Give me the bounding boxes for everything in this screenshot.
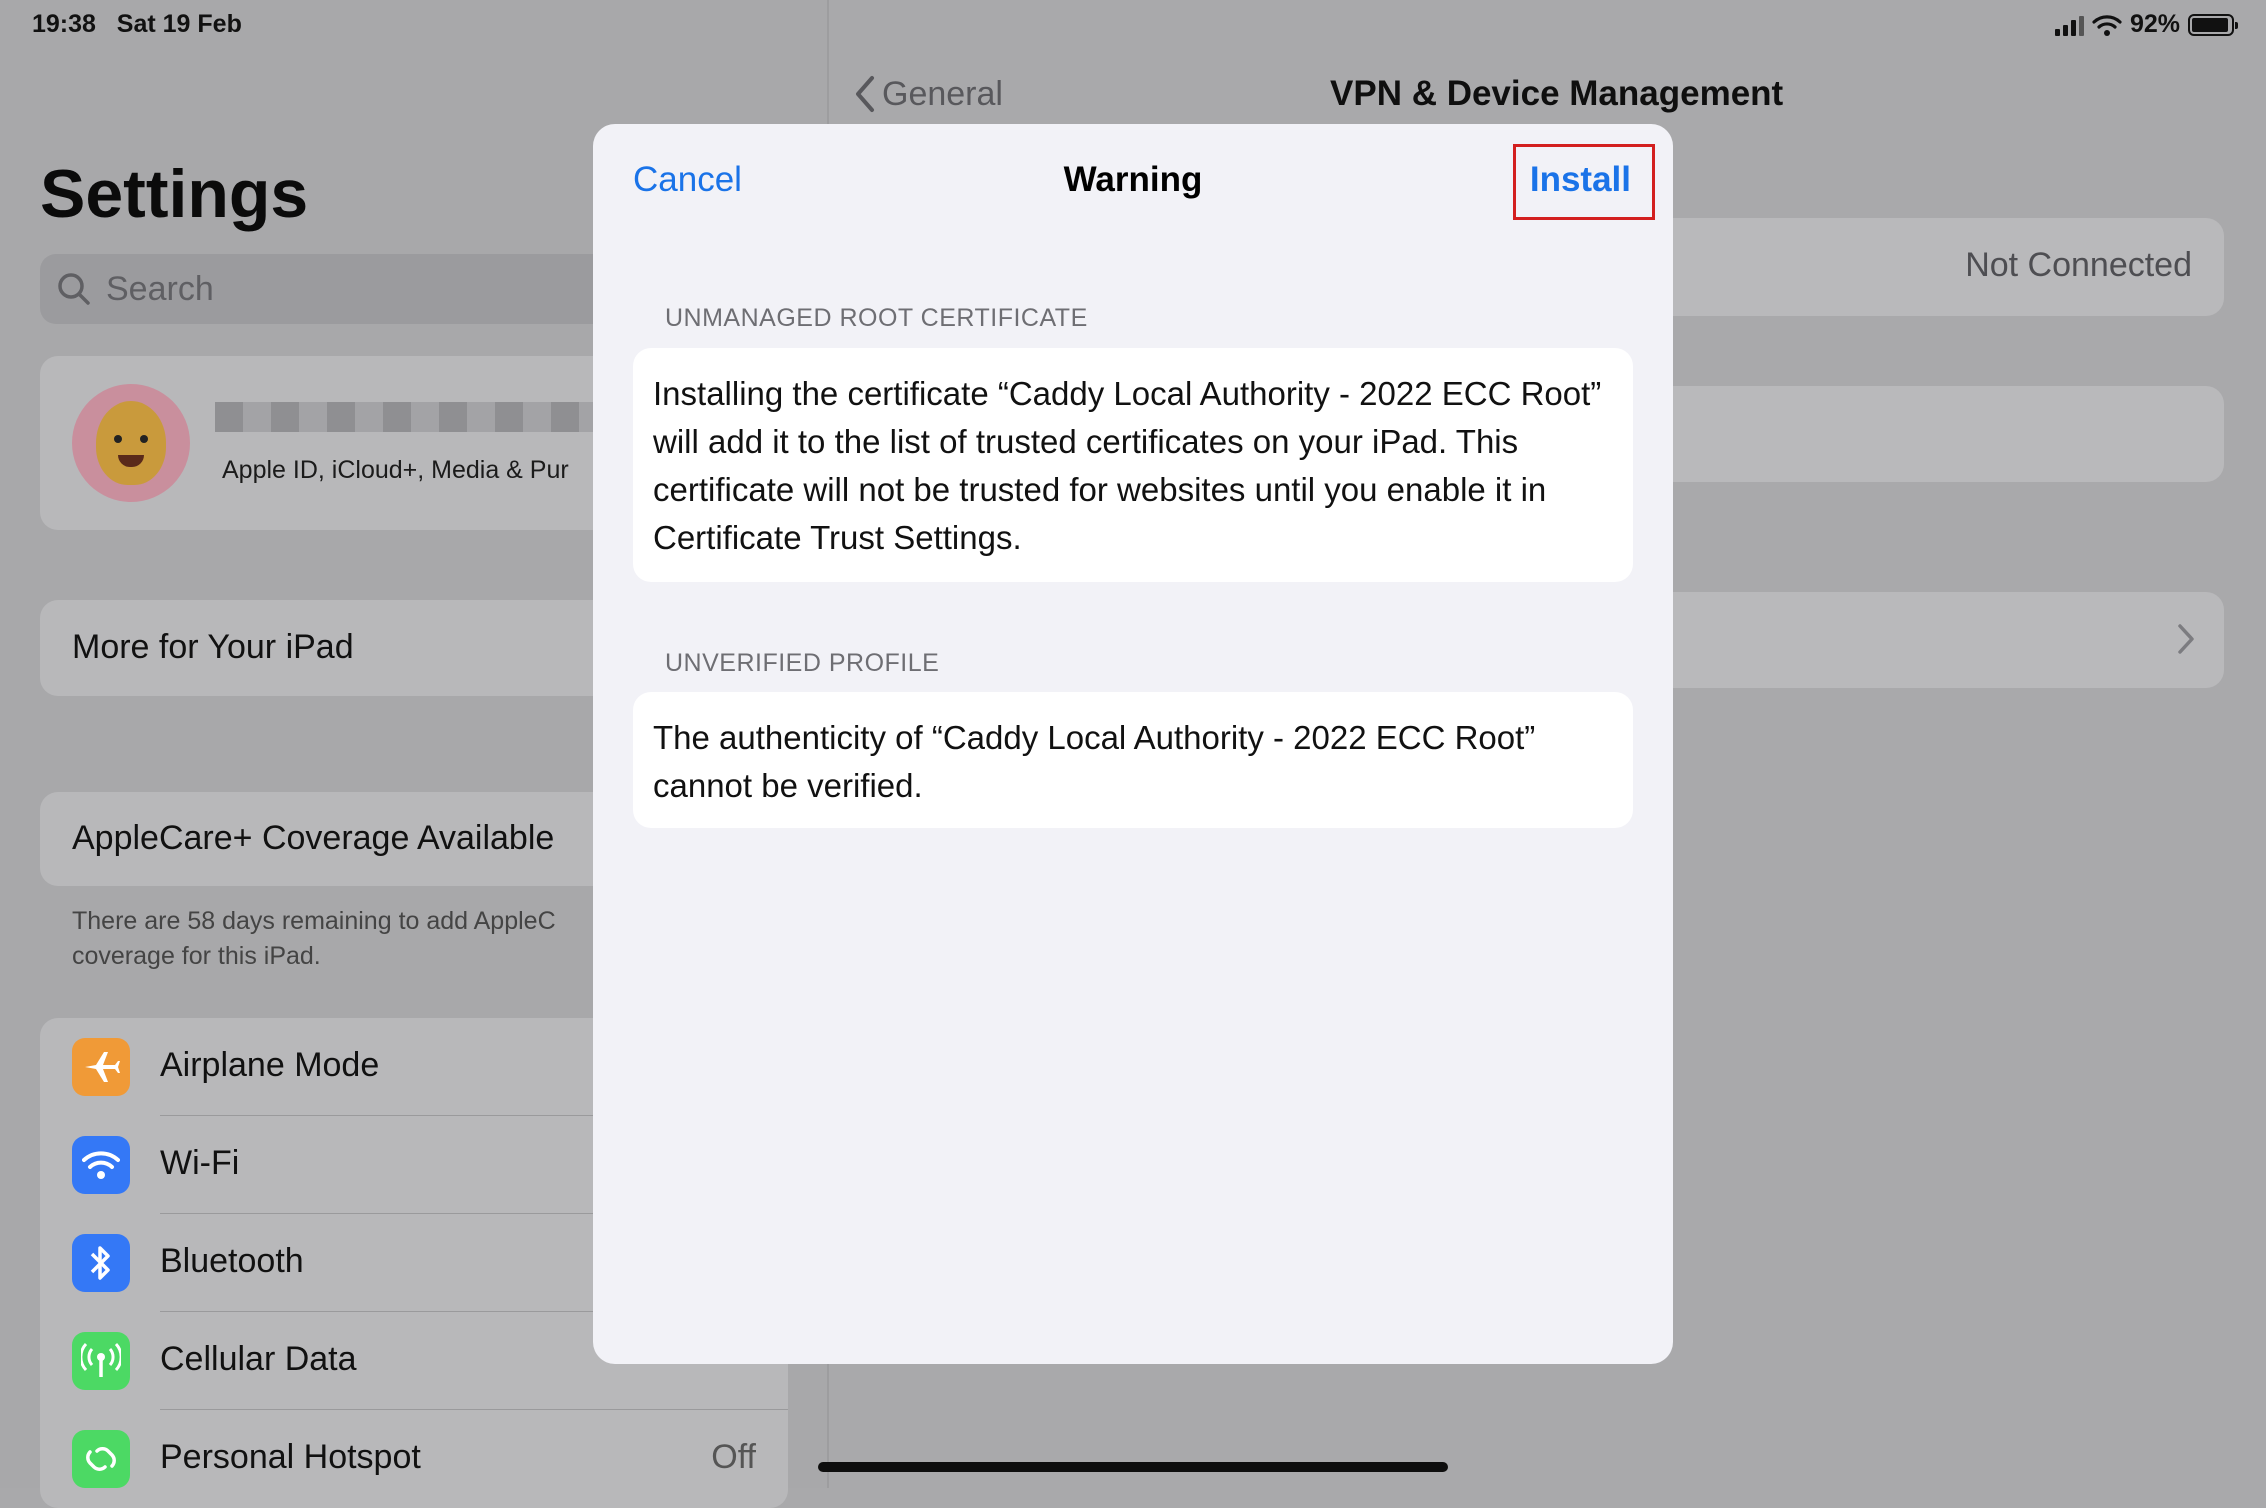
sheet-title: Warning [1063,160,1203,199]
page-title: Settings [40,156,309,232]
sidebar-item-label: Airplane Mode [160,1046,380,1084]
status-date-text: Sat 19 Feb [116,10,242,38]
search-icon [58,273,90,305]
applecare-note: There are 58 days remaining to add Apple… [72,907,556,970]
sidebar-item-value: Off [711,1438,756,1476]
status-indicators: 92% [2054,10,2238,39]
airplane-icon [72,1038,130,1096]
section-header-root-certificate: UNMANAGED ROOT CERTIFICATE [665,304,1088,332]
back-button[interactable]: General [852,74,1003,114]
search-placeholder: Search [106,269,214,308]
battery-icon [2188,13,2238,36]
install-highlight-box [1513,144,1655,220]
vpn-status: Not Connected [1965,246,2192,284]
profile-subtitle: Apple ID, iCloud+, Media & Pur [222,456,569,484]
root-certificate-message: Installing the certificate “Caddy Local … [633,348,1633,582]
battery-percent: 92% [2129,10,2180,38]
memoji-icon [96,401,166,485]
wifi-icon [72,1136,130,1194]
bluetooth-icon [72,1234,130,1292]
warning-sheet: Cancel Warning Install UNMANAGED ROOT CE… [593,124,1673,1364]
more-for-ipad-label: More for Your iPad [72,628,354,666]
avatar [72,384,190,502]
home-indicator[interactable] [818,1462,1448,1472]
sidebar-item-personal-hotspot[interactable]: Personal Hotspot Off [40,1410,788,1508]
detail-title: VPN & Device Management [1330,74,1784,113]
applecare-label: AppleCare+ Coverage Available [72,819,555,857]
redacted-account-name [215,402,635,432]
status-time: 19:38 Sat 19 Feb [32,10,242,39]
section-header-unverified-profile: UNVERIFIED PROFILE [665,649,940,677]
hotspot-icon [72,1430,130,1488]
status-time-text: 19:38 [32,10,96,38]
sidebar-item-label: Cellular Data [160,1340,357,1378]
back-label: General [882,74,1003,113]
sidebar-item-label: Personal Hotspot [160,1438,421,1476]
unverified-profile-message: The authenticity of “Caddy Local Authori… [633,692,1633,828]
chevron-left-icon [856,76,874,112]
wifi-status-icon [2092,14,2122,36]
sidebar-item-label: Wi-Fi [160,1144,240,1182]
antenna-icon [72,1332,130,1390]
sidebar-item-label: Bluetooth [160,1242,304,1280]
cellular-signal-icon [2054,14,2084,36]
chevron-right-icon [2178,624,2194,654]
